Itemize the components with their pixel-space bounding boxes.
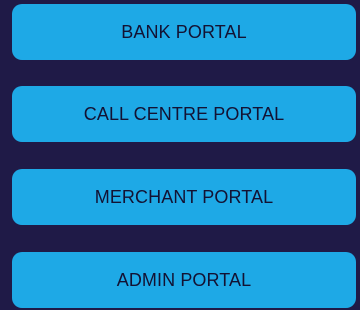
bank-portal-button[interactable]: BANK PORTAL xyxy=(12,4,356,60)
admin-portal-button[interactable]: ADMIN PORTAL xyxy=(12,252,356,308)
call-centre-portal-button[interactable]: CALL CENTRE PORTAL xyxy=(12,86,356,142)
portal-menu: BANK PORTAL CALL CENTRE PORTAL MERCHANT … xyxy=(0,0,360,310)
merchant-portal-button[interactable]: MERCHANT PORTAL xyxy=(12,169,356,225)
